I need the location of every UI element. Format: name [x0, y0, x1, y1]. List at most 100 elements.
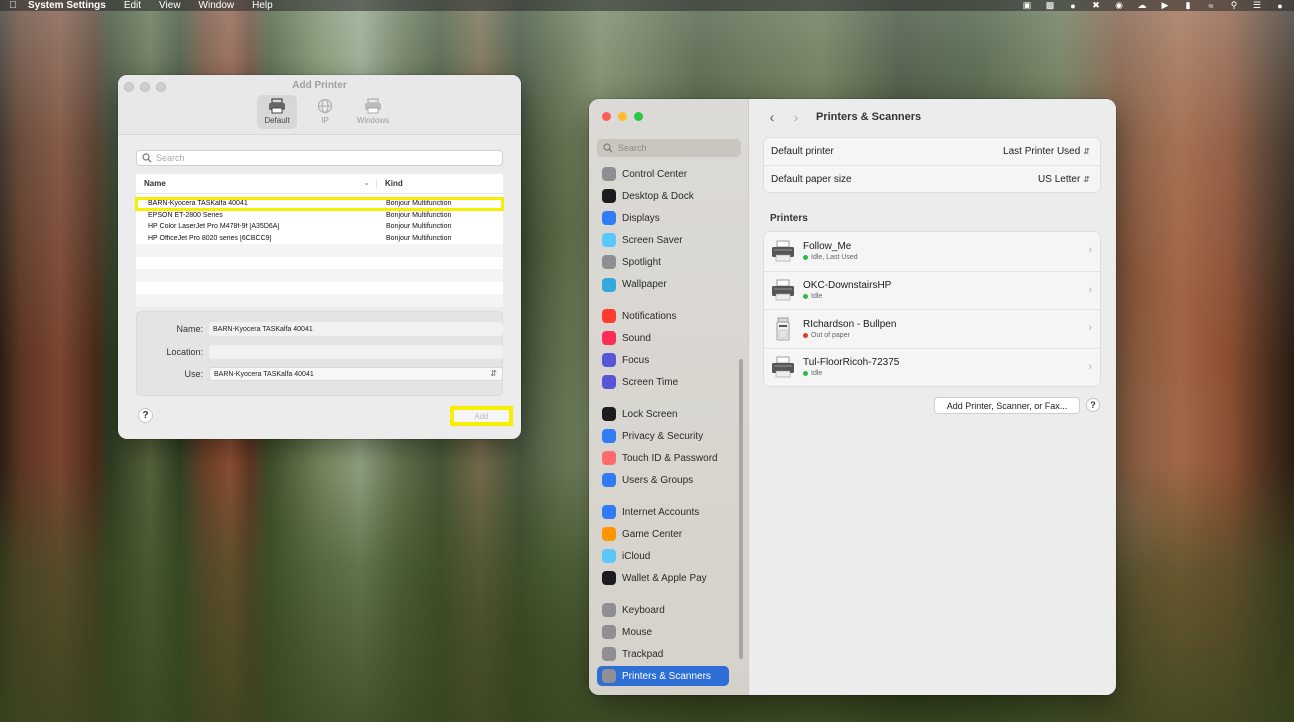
tab-default[interactable]: Default — [257, 95, 297, 129]
sidebar-item-keyboard[interactable]: Keyboard — [597, 600, 729, 620]
status-app-icon[interactable]: ◉ — [1113, 0, 1125, 11]
siri-icon[interactable]: ● — [1274, 1, 1286, 11]
printer-row[interactable]: RIchardson - Bullpen Out of paper › — [764, 309, 1100, 348]
sidebar-item-label: Displays — [622, 212, 660, 224]
column-name-header[interactable]: Name ⌄ — [136, 178, 376, 188]
printer-row-selected[interactable]: BARN-Kyocera TASKalfa 40041 Bonjour Mult… — [135, 197, 504, 211]
printer-name: RIchardson - Bullpen — [803, 318, 897, 330]
add-button[interactable]: Add — [450, 406, 513, 426]
printer-status: Idle — [803, 293, 891, 300]
menu-help[interactable]: Help — [252, 0, 273, 11]
trackpad-icon — [602, 647, 616, 662]
add-printer-scanner-fax-button[interactable]: Add Printer, Scanner, or Fax... — [934, 397, 1080, 414]
status-app-icon[interactable]: ▣ — [1021, 0, 1033, 11]
sidebar-item-sound[interactable]: Sound — [597, 328, 729, 348]
printer-status: Idle — [803, 370, 899, 377]
name-label: Name: — [176, 324, 203, 334]
printer-search-field[interactable]: Search — [136, 150, 503, 166]
at-sign-icon — [602, 505, 616, 519]
sidebar-item-control-center[interactable]: Control Center — [597, 164, 729, 184]
sidebar-item-label: iCloud — [622, 550, 651, 562]
sidebar-item-label: Trackpad — [622, 648, 664, 660]
use-select[interactable]: BARN-Kyocera TASKalfa 40041 ⇵ — [209, 367, 503, 381]
name-field[interactable]: BARN-Kyocera TASKalfa 40041 — [209, 322, 503, 336]
sidebar-item-screen-saver[interactable]: Screen Saver — [597, 230, 729, 250]
battery-icon[interactable]: ▮ — [1182, 0, 1194, 11]
minimize-window-icon[interactable] — [618, 112, 627, 121]
default-printer-popup[interactable]: Last Printer Used ⇵ — [1003, 146, 1090, 157]
sidebar-item-privacy-security[interactable]: Privacy & Security — [597, 426, 729, 446]
printers-list-card: Follow_Me Idle, Last Used › OKC-DownstairsH… — [763, 231, 1101, 387]
lock-screen-icon — [602, 407, 616, 421]
sidebar-item-lock-screen[interactable]: Lock Screen — [597, 404, 729, 424]
sidebar-item-label: Spotlight — [622, 256, 661, 268]
sidebar-item-icloud[interactable]: iCloud — [597, 546, 729, 566]
sidebar-item-users-groups[interactable]: Users & Groups — [597, 470, 729, 490]
back-chevron-icon[interactable]: ‹ — [764, 109, 780, 125]
control-center-icon[interactable]: ☰ — [1251, 0, 1263, 11]
cloud-icon[interactable]: ☁ — [1136, 0, 1148, 11]
printer-row[interactable]: HP Color LaserJet Pro M478f-9f [A35D6A] … — [136, 221, 503, 233]
status-app-icon[interactable]: ● — [1067, 1, 1079, 11]
sidebar-item-wallet-apple-pay[interactable]: Wallet & Apple Pay — [597, 568, 729, 588]
use-label: Use: — [184, 369, 203, 379]
location-field[interactable] — [209, 345, 503, 359]
column-kind-header[interactable]: Kind — [376, 179, 403, 188]
play-icon[interactable]: ▶ — [1159, 0, 1171, 11]
printers-icon — [602, 669, 616, 684]
sidebar-item-printers-scanners[interactable]: Printers & Scanners — [597, 666, 729, 687]
printer-row[interactable]: HP OfficeJet Pro 8020 series [6CBCC9] Bo… — [136, 232, 503, 244]
tab-windows[interactable]: Windows — [353, 95, 393, 129]
sidebar-item-label: Wallet & Apple Pay — [622, 572, 707, 584]
control-center-icon — [602, 167, 616, 181]
sidebar-item-focus[interactable]: Focus — [597, 350, 729, 370]
printer-row[interactable]: OKC-DownstairsHP Idle › — [764, 270, 1100, 310]
sidebar-item-screen-time[interactable]: Screen Time — [597, 372, 729, 392]
sidebar-item-displays[interactable]: Displays — [597, 208, 729, 228]
apple-menu-icon[interactable]:  — [8, 0, 18, 11]
printer-row[interactable]: Follow_Me Idle, Last Used › — [764, 232, 1100, 271]
printer-row[interactable]: Tul-FloorRicoh-72375 Idle › — [764, 347, 1100, 387]
status-app-icon[interactable]: ▩ — [1044, 0, 1056, 11]
sidebar-item-label: Notifications — [622, 310, 677, 322]
menu-edit[interactable]: Edit — [124, 0, 141, 11]
add-printer-window: Add Printer Default IP Windows Search Na… — [118, 75, 521, 439]
use-select-value: BARN-Kyocera TASKalfa 40041 — [214, 370, 314, 378]
zoom-window-icon[interactable] — [634, 112, 643, 121]
printer-row[interactable]: EPSON ET-2800 Series Bonjour Multifuncti… — [136, 209, 503, 221]
sidebar-item-desktop-dock[interactable]: Desktop & Dock — [597, 186, 729, 206]
menu-window[interactable]: Window — [199, 0, 235, 11]
printer-row-name: EPSON ET-2800 Series — [148, 211, 223, 219]
sidebar-item-touch-id-password[interactable]: Touch ID & Password — [597, 448, 729, 468]
sidebar-search-field[interactable]: Search — [597, 139, 741, 157]
menu-view[interactable]: View — [159, 0, 181, 11]
printer-row-kind: Bonjour Multifunction — [386, 223, 452, 231]
sidebar-item-game-center[interactable]: Game Center — [597, 524, 729, 544]
sidebar-item-mouse[interactable]: Mouse — [597, 622, 729, 642]
tab-ip[interactable]: IP — [305, 95, 345, 129]
window-title: Add Printer — [292, 80, 347, 91]
focus-icon — [602, 353, 616, 368]
sidebar-item-internet-accounts[interactable]: Internet Accounts — [597, 502, 729, 522]
spotlight-search-icon[interactable]: ⚲ — [1228, 0, 1240, 11]
privacy-hand-icon — [602, 429, 616, 444]
help-button[interactable]: ? — [1086, 398, 1100, 412]
defaults-card: Default printer Last Printer Used ⇵ Defa… — [763, 137, 1101, 193]
sidebar-item-wallpaper[interactable]: Wallpaper — [597, 275, 729, 295]
paper-size-popup[interactable]: US Letter ⇵ — [1038, 174, 1090, 185]
default-printer-label: Default printer — [771, 146, 834, 157]
column-name-label: Name — [144, 179, 166, 188]
use-row: Use: BARN-Kyocera TASKalfa 40041 ⇵ — [137, 367, 503, 381]
wifi-icon[interactable]: ≈ — [1205, 1, 1217, 11]
sidebar-item-trackpad[interactable]: Trackpad — [597, 644, 729, 664]
sidebar-item-spotlight[interactable]: Spotlight — [597, 252, 729, 272]
forward-chevron-icon[interactable]: › — [788, 109, 804, 125]
menu-bar:  System Settings Edit View Window Help … — [0, 0, 1294, 11]
menu-app-name[interactable]: System Settings — [28, 0, 106, 11]
status-app-icon[interactable]: ✖ — [1090, 0, 1102, 11]
name-row: Name: BARN-Kyocera TASKalfa 40041 — [137, 322, 503, 336]
sidebar-scrollbar[interactable] — [739, 359, 743, 659]
help-button[interactable]: ? — [138, 408, 153, 423]
close-window-icon[interactable] — [602, 112, 611, 121]
sidebar-item-notifications[interactable]: Notifications — [597, 306, 729, 326]
